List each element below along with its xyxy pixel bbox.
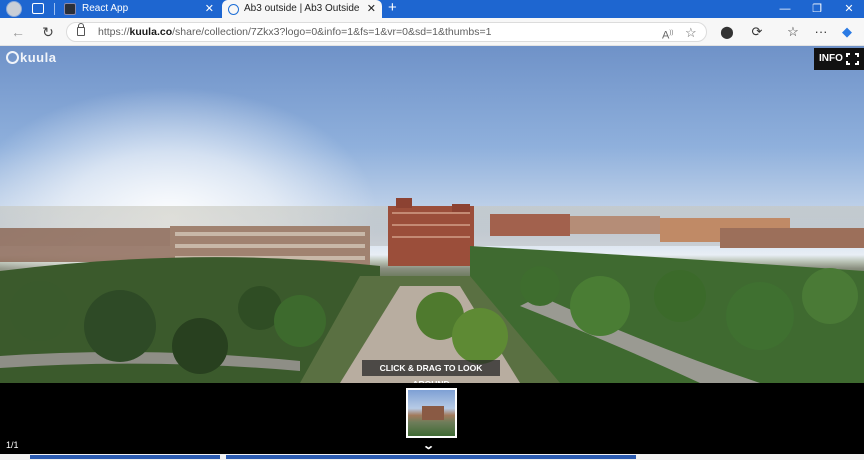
- loading-favicon-icon: [228, 4, 239, 15]
- drag-hint: CLICK & DRAG TO LOOK AROUND: [362, 360, 500, 383]
- more-button[interactable]: ···: [812, 18, 830, 46]
- tab-title: React App: [82, 3, 129, 14]
- copilot-icon[interactable]: ◆: [838, 18, 856, 46]
- minimize-button[interactable]: —: [774, 0, 796, 18]
- kuula-logo[interactable]: kuula: [6, 50, 56, 65]
- thumbnail-strip: ⌄ 1/1: [0, 383, 864, 454]
- url-text[interactable]: https://kuula.co/share/collection/7Zkx3?…: [98, 23, 491, 43]
- chevron-down-icon[interactable]: ⌄: [422, 439, 435, 452]
- back-arrow-icon[interactable]: ←: [8, 18, 28, 46]
- react-favicon-icon: [64, 3, 76, 15]
- tab-title: Ab3 outside | Ab3 Outside: [244, 3, 360, 14]
- panorama-viewer[interactable]: kuula INFO CLICK & DRAG TO LOOK AROUND: [0, 46, 864, 383]
- info-label: INFO: [819, 53, 843, 64]
- tab-ab3-outside[interactable]: Ab3 outside | Ab3 Outside ✕: [222, 0, 382, 18]
- browser-titlebar: React App ✕ Ab3 outside | Ab3 Outside ✕ …: [0, 0, 864, 18]
- puzzle-icon[interactable]: ⟳: [748, 18, 766, 46]
- favorites-icon[interactable]: ☆: [784, 18, 802, 46]
- taskbar-edge: [0, 454, 864, 460]
- tab-close-icon[interactable]: ✕: [367, 0, 376, 18]
- tab-close-icon[interactable]: ✕: [205, 0, 214, 18]
- address-bar[interactable]: https://kuula.co/share/collection/7Zkx3?…: [66, 22, 707, 42]
- scene-thumbnail[interactable]: [406, 388, 457, 438]
- kuula-ring-icon: [6, 51, 19, 64]
- refresh-icon[interactable]: ↻: [38, 18, 58, 46]
- fullscreen-icon[interactable]: [846, 53, 859, 65]
- thumbnail-building: [422, 406, 444, 420]
- star-icon[interactable]: ☆: [685, 23, 697, 43]
- campus-scene: [0, 198, 864, 383]
- profile-avatar[interactable]: [6, 1, 22, 17]
- titlebar-divider: [54, 3, 55, 15]
- read-aloud-icon[interactable]: A)): [662, 23, 673, 43]
- scene-counter: 1/1: [6, 440, 19, 450]
- tab-actions-icon[interactable]: [32, 3, 44, 14]
- lock-icon[interactable]: [77, 23, 85, 36]
- window-close-button[interactable]: ✕: [838, 0, 860, 18]
- browser-toolbar: ← ↻ https://kuula.co/share/collection/7Z…: [0, 18, 864, 46]
- restore-button[interactable]: ❐: [806, 0, 828, 18]
- tab-react-app[interactable]: React App ✕: [60, 0, 220, 18]
- new-tab-button[interactable]: +: [388, 0, 397, 17]
- extension-icon[interactable]: ⬤: [718, 18, 736, 46]
- info-button[interactable]: INFO: [814, 48, 864, 70]
